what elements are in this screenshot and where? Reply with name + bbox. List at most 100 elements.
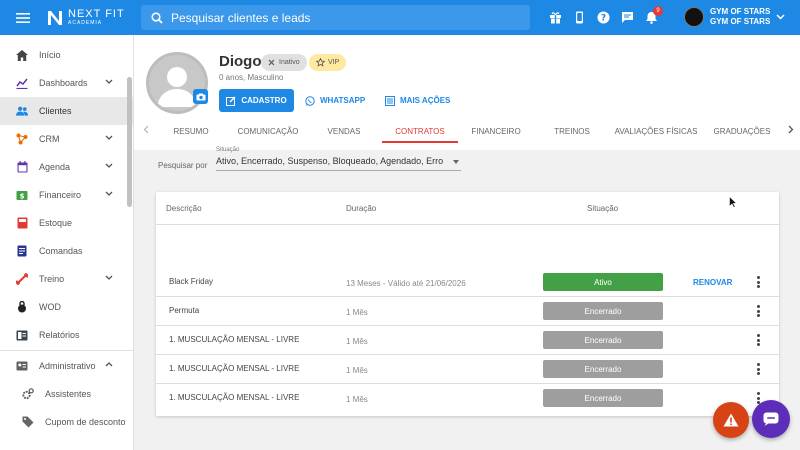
search-input[interactable]: Pesquisar clientes e leads — [141, 5, 530, 30]
crm-icon — [16, 133, 28, 145]
sidebar-item-cupom[interactable]: Cupom de desconto — [0, 408, 133, 436]
sidebar: Início Dashboards Clientes CRM Agenda $ … — [0, 35, 134, 450]
table-row[interactable]: 1. MUSCULAÇÃO MENSAL - LIVRE 1 Mês Encer… — [156, 355, 779, 384]
row-descricao: Permuta — [169, 306, 200, 315]
receipt-icon — [16, 245, 28, 257]
account-name: GYM OF STARS — [710, 7, 771, 16]
chevron-down-icon — [105, 275, 113, 280]
client-name: Diogo — [219, 53, 262, 70]
account-menu[interactable]: GYM OF STARS GYM OF STARS — [684, 7, 785, 27]
sidebar-item-financeiro[interactable]: $ Financeiro — [0, 181, 133, 209]
warning-button[interactable] — [713, 402, 749, 438]
row-descricao: Black Friday — [169, 277, 214, 286]
status-filter-select[interactable]: Situação Ativo, Encerrado, Suspenso, Blo… — [216, 147, 461, 171]
button-label: MAIS AÇÕES — [400, 96, 451, 105]
row-duracao: 1 Mês — [346, 395, 368, 404]
status-badge: Encerrado — [543, 302, 663, 320]
chip-label: VIP — [328, 59, 340, 66]
row-duracao: 13 Meses - Válido até 21/06/2026 — [346, 279, 466, 288]
table-row[interactable]: Black Friday 13 Meses - Válido até 21/06… — [156, 268, 779, 297]
tab-graduacoes[interactable]: GRADUAÇÕES — [710, 119, 774, 143]
cadastro-button[interactable]: CADASTRO — [219, 89, 294, 112]
chat-icon[interactable] — [615, 0, 639, 35]
renew-button[interactable]: RENOVAR — [693, 278, 732, 287]
sidebar-item-wod[interactable]: WOD — [0, 293, 133, 321]
header-descricao: Descrição — [166, 204, 202, 213]
sidebar-item-inicio[interactable]: Início — [0, 41, 133, 69]
list-icon — [385, 95, 395, 106]
status-badge: Encerrado — [543, 389, 663, 407]
mouse-cursor-icon — [729, 196, 737, 208]
tab-resumo[interactable]: RESUMO — [158, 119, 224, 143]
tab-contratos[interactable]: CONTRATOS — [382, 119, 458, 143]
sidebar-item-agenda[interactable]: Agenda — [0, 153, 133, 181]
chevron-right-icon[interactable] — [788, 125, 794, 134]
header-situacao: Situação — [587, 204, 619, 213]
sidebar-item-comandas[interactable]: Comandas — [0, 237, 133, 265]
row-descricao: 1. MUSCULAÇÃO MENSAL - LIVRE — [169, 335, 300, 344]
sidebar-item-dashboards[interactable]: Dashboards — [0, 69, 133, 97]
sidebar-item-crm[interactable]: CRM — [0, 125, 133, 153]
sidebar-item-administrativo[interactable]: Administrativo — [0, 352, 133, 380]
logo-name: NEXT FIT — [68, 8, 125, 20]
camera-icon[interactable] — [193, 89, 208, 104]
sidebar-scrollbar[interactable] — [127, 77, 132, 207]
close-icon — [268, 59, 275, 66]
sidebar-item-label: Dashboards — [39, 78, 88, 88]
row-descricao: 1. MUSCULAÇÃO MENSAL - LIVRE — [169, 393, 300, 402]
tab-comunicacao[interactable]: COMUNICAÇÃO — [232, 119, 304, 143]
caret-down-icon — [453, 160, 459, 164]
svg-text:$: $ — [20, 192, 25, 200]
more-vert-icon[interactable] — [755, 334, 761, 346]
whatsapp-icon — [305, 95, 315, 106]
warning-icon — [723, 413, 739, 427]
whatsapp-button[interactable]: WHATSAPP — [305, 89, 365, 112]
row-duracao: 1 Mês — [346, 337, 368, 346]
svg-text:?: ? — [600, 14, 605, 24]
sidebar-item-relatorios[interactable]: Relatórios — [0, 321, 133, 349]
chip-label: Inativo — [279, 59, 300, 66]
sidebar-item-assistentes[interactable]: Assistentes — [0, 380, 133, 408]
table-row[interactable]: 1. MUSCULAÇÃO MENSAL - LIVRE 1 Mês Encer… — [156, 326, 779, 355]
id-card-icon — [16, 360, 28, 372]
notifications-icon[interactable]: 9 — [639, 0, 663, 35]
avatar[interactable] — [146, 52, 208, 114]
table-row[interactable]: 1. MUSCULAÇÃO MENSAL - LIVRE 1 Mês Encer… — [156, 384, 779, 413]
menu-icon[interactable] — [0, 12, 46, 23]
more-vert-icon[interactable] — [755, 276, 761, 288]
star-icon — [316, 58, 325, 67]
main-content: Diogo Inativo VIP 0 anos, Masculino CADA… — [134, 35, 800, 450]
chevron-down-icon — [105, 79, 113, 84]
help-icon[interactable]: ? — [591, 0, 615, 35]
sidebar-item-treino[interactable]: Treino — [0, 265, 133, 293]
report-icon — [16, 329, 28, 341]
sidebar-item-label: CRM — [39, 134, 60, 144]
chevron-down-icon — [105, 191, 113, 196]
contracts-table: Descrição Duração Situação Black Friday … — [156, 192, 779, 416]
logo-subtitle: ACADEMIA — [68, 20, 103, 26]
app-logo[interactable]: NEXT FIT ACADEMIA — [46, 9, 140, 27]
client-subtitle: 0 anos, Masculino — [219, 73, 284, 82]
notification-badge: 9 — [653, 6, 663, 16]
sidebar-item-clientes[interactable]: Clientes — [0, 97, 133, 125]
button-label: CADASTRO — [241, 96, 287, 105]
table-row[interactable]: Permuta 1 Mês Encerrado — [156, 297, 779, 326]
row-descricao: 1. MUSCULAÇÃO MENSAL - LIVRE — [169, 364, 300, 373]
tab-vendas[interactable]: VENDAS — [312, 119, 376, 143]
status-badge: Encerrado — [543, 360, 663, 378]
sidebar-item-estoque[interactable]: Estoque — [0, 209, 133, 237]
chart-line-icon — [16, 77, 28, 89]
tab-treinos[interactable]: TREINOS — [538, 119, 606, 143]
more-vert-icon[interactable] — [755, 305, 761, 317]
search-icon — [151, 11, 163, 24]
sidebar-item-label: Cupom de desconto — [45, 417, 126, 427]
tag-icon — [22, 416, 34, 428]
tab-avaliacoes[interactable]: AVALIAÇÕES FÍSICAS — [614, 119, 698, 143]
chevron-down-icon — [105, 135, 113, 140]
mobile-icon[interactable] — [567, 0, 591, 35]
chat-support-button[interactable] — [752, 400, 790, 438]
more-vert-icon[interactable] — [755, 363, 761, 375]
tab-financeiro[interactable]: FINANCEIRO — [464, 119, 528, 143]
gift-icon[interactable] — [543, 0, 567, 35]
more-actions-button[interactable]: MAIS AÇÕES — [385, 89, 450, 112]
